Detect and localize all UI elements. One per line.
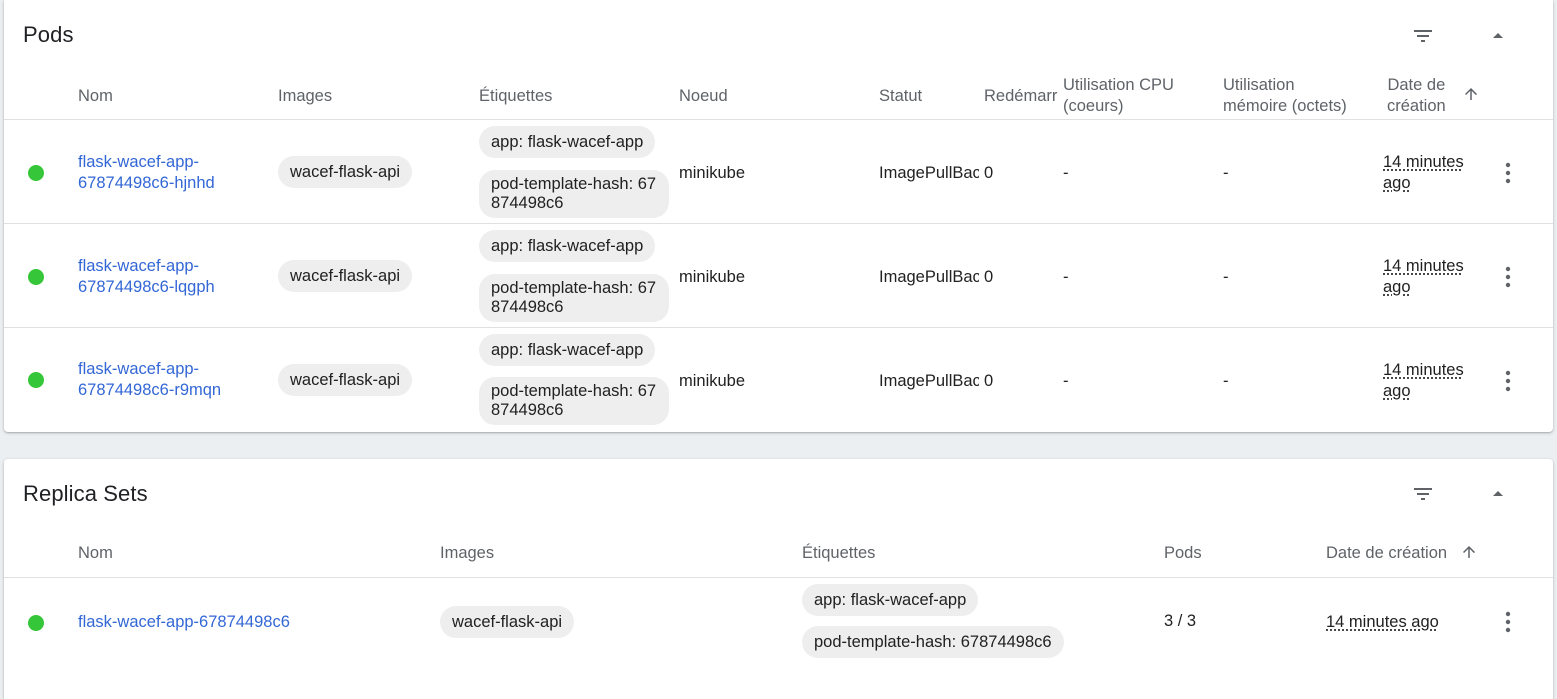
status-value: ImagePullBackOff: [879, 372, 979, 390]
column-header-labels: Étiquettes: [802, 544, 876, 562]
label-chip: pod-template-hash: 67874498c6: [802, 626, 1064, 658]
status-value: ImagePullBackOff: [879, 164, 979, 182]
image-chip: wacef-flask-api: [278, 364, 413, 396]
restarts-value: 0: [984, 372, 994, 390]
filter-list-icon[interactable]: [1403, 474, 1443, 514]
image-chip: wacef-flask-api: [440, 606, 575, 638]
arrow-drop-up-icon[interactable]: [1478, 474, 1518, 514]
column-header-images: Images: [440, 544, 495, 562]
replica-sets-card: Replica Sets Nom Images Étiquettes Pods …: [4, 459, 1553, 699]
filter-list-icon[interactable]: [1403, 16, 1443, 56]
label-chip: pod-template-hash: 67874498c6: [479, 377, 669, 425]
arrow-upward-icon: [1462, 85, 1480, 108]
memory-value: -: [1223, 164, 1229, 182]
image-chip: wacef-flask-api: [278, 156, 413, 188]
replica-sets-title: Replica Sets: [23, 481, 148, 506]
node-value: minikube: [679, 268, 746, 286]
replica-set-name-link[interactable]: flask-wacef-app-67874498c6: [78, 612, 290, 633]
pods-count-value: 3 / 3: [1164, 612, 1197, 630]
cpu-value: -: [1063, 164, 1069, 182]
column-header-memory: Utilisation mémoire (octets): [1223, 76, 1347, 115]
pod-name-link[interactable]: flask-wacef-app- 67874498c6-r9mqn: [78, 359, 221, 401]
column-header-pods: Pods: [1164, 544, 1202, 562]
column-header-created[interactable]: Date de création: [1326, 543, 1447, 564]
column-header-name[interactable]: Nom: [78, 543, 113, 564]
cpu-value: -: [1063, 372, 1069, 390]
divider: [4, 577, 1553, 578]
created-value: 14 minutes ago: [1383, 257, 1464, 296]
created-value: 14 minutes ago: [1383, 361, 1464, 400]
pod-name-link[interactable]: flask-wacef-app- 67874498c6-lqgph: [78, 256, 215, 298]
pods-card: Pods Nom Images Étiquettes Noeud Statut …: [4, 0, 1553, 432]
node-value: minikube: [679, 164, 746, 182]
created-value: 14 minutes ago: [1383, 153, 1464, 192]
divider: [4, 223, 1553, 224]
column-header-cpu: Utilisation CPU (coeurs): [1063, 76, 1174, 115]
more-vert-icon[interactable]: [1493, 361, 1523, 401]
column-header-images: Images: [278, 87, 333, 105]
column-header-node[interactable]: Noeud: [679, 86, 728, 107]
column-header-created[interactable]: Date de création: [1387, 75, 1446, 117]
restarts-value: 0: [984, 268, 994, 286]
status-ok-icon: [28, 165, 44, 181]
column-header-labels: Étiquettes: [479, 87, 553, 105]
memory-value: -: [1223, 268, 1229, 286]
restarts-value: 0: [984, 164, 994, 182]
more-vert-icon[interactable]: [1493, 602, 1523, 642]
status-ok-icon: [28, 269, 44, 285]
memory-value: -: [1223, 372, 1229, 390]
label-chip: app: flask-wacef-app: [479, 126, 656, 158]
divider: [4, 327, 1553, 328]
column-header-name[interactable]: Nom: [78, 86, 113, 107]
status-value: ImagePullBackOff: [879, 268, 979, 286]
pods-title: Pods: [23, 22, 74, 47]
pod-name-link[interactable]: flask-wacef-app- 67874498c6-hjnhd: [78, 152, 215, 194]
divider: [4, 119, 1553, 120]
status-ok-icon: [28, 615, 44, 631]
label-chip: app: flask-wacef-app: [479, 230, 656, 262]
arrow-drop-up-icon[interactable]: [1478, 16, 1518, 56]
more-vert-icon[interactable]: [1493, 257, 1523, 297]
label-chip: app: flask-wacef-app: [479, 334, 656, 366]
label-chip: pod-template-hash: 67874498c6: [479, 170, 669, 218]
more-vert-icon[interactable]: [1493, 153, 1523, 193]
cpu-value: -: [1063, 268, 1069, 286]
image-chip: wacef-flask-api: [278, 260, 413, 292]
node-value: minikube: [679, 372, 746, 390]
label-chip: app: flask-wacef-app: [802, 584, 979, 616]
column-header-restarts[interactable]: Redémarrages: [984, 86, 1058, 107]
column-header-status[interactable]: Statut: [879, 86, 922, 107]
status-ok-icon: [28, 372, 44, 388]
label-chip: pod-template-hash: 67874498c6: [479, 274, 669, 322]
arrow-upward-icon: [1460, 543, 1478, 566]
created-value: 14 minutes ago: [1326, 613, 1439, 631]
